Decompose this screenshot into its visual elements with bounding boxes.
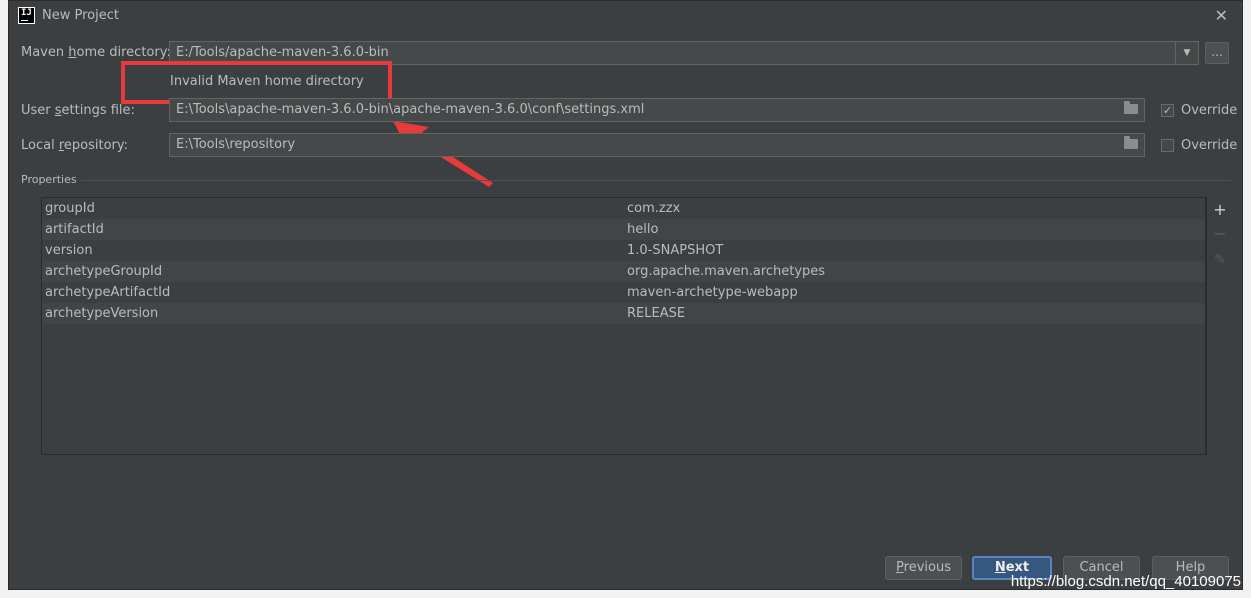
- user-settings-value: E:\Tools\apache-maven-3.6.0-bin\apache-m…: [176, 102, 645, 117]
- properties-divider: [81, 180, 1231, 181]
- edit-icon[interactable]: ✎: [1211, 251, 1229, 269]
- property-value: org.apache.maven.archetypes: [627, 264, 826, 279]
- background-bottom: [0, 590, 1251, 598]
- properties-section-label: Properties: [21, 173, 77, 186]
- property-key: archetypeVersion: [45, 306, 159, 321]
- new-project-dialog: IJ New Project ✕ Maven home directory: E…: [8, 0, 1243, 590]
- remove-icon[interactable]: −: [1211, 225, 1229, 243]
- settings-override-label: Override: [1181, 103, 1238, 118]
- property-key: archetypeGroupId: [45, 264, 163, 279]
- property-value: com.zzx: [627, 201, 681, 216]
- local-repository-label: Local repository:: [21, 138, 129, 153]
- local-repository-value: E:\Tools\repository: [176, 137, 296, 152]
- add-icon[interactable]: +: [1211, 201, 1229, 219]
- table-row[interactable]: archetypeVersion RELEASE: [42, 303, 1205, 324]
- property-value: maven-archetype-webapp: [627, 285, 798, 300]
- title-bar[interactable]: IJ New Project ✕: [9, 1, 1242, 33]
- chevron-down-icon[interactable]: ▼: [1175, 42, 1198, 64]
- folder-icon[interactable]: [1124, 136, 1138, 149]
- table-row[interactable]: version 1.0-SNAPSHOT: [42, 240, 1205, 261]
- close-icon[interactable]: ✕: [1215, 6, 1228, 25]
- local-repository-field[interactable]: E:\Tools\repository: [169, 133, 1145, 157]
- property-value: RELEASE: [627, 306, 686, 321]
- property-key: groupId: [45, 201, 95, 216]
- watermark-text: https://blog.csdn.net/qq_40109075: [1010, 573, 1241, 590]
- background-right: [1243, 0, 1251, 598]
- table-row[interactable]: archetypeArtifactId maven-archetype-weba…: [42, 282, 1205, 303]
- maven-home-label: Maven home directory:: [21, 45, 171, 60]
- properties-table[interactable]: groupId com.zzx artifactId hello version…: [41, 197, 1206, 455]
- maven-home-value: E:/Tools/apache-maven-3.6.0-bin: [176, 45, 389, 60]
- repo-override-checkbox[interactable]: [1161, 139, 1174, 152]
- property-key: artifactId: [45, 222, 104, 237]
- table-row[interactable]: groupId com.zzx: [42, 198, 1205, 219]
- browse-maven-home-button[interactable]: ...: [1205, 42, 1229, 64]
- invalid-maven-message: Invalid Maven home directory: [170, 74, 364, 89]
- property-key: version: [45, 243, 93, 258]
- table-row[interactable]: archetypeGroupId org.apache.maven.archet…: [42, 261, 1205, 282]
- property-value: hello: [627, 222, 659, 237]
- repo-override-label: Override: [1181, 138, 1238, 153]
- user-settings-field[interactable]: E:\Tools\apache-maven-3.6.0-bin\apache-m…: [169, 98, 1145, 122]
- settings-override-checkbox[interactable]: ✓: [1161, 104, 1174, 117]
- user-settings-label: User settings file:: [21, 103, 135, 118]
- intellij-app-icon: IJ: [18, 7, 35, 24]
- background-left: [0, 0, 8, 598]
- previous-button[interactable]: Previous: [885, 556, 962, 580]
- property-value: 1.0-SNAPSHOT: [627, 243, 724, 258]
- table-row[interactable]: artifactId hello: [42, 219, 1205, 240]
- folder-icon[interactable]: [1124, 101, 1138, 114]
- properties-toolbar: + − ✎: [1206, 197, 1233, 455]
- window-title: New Project: [42, 8, 119, 23]
- property-key: archetypeArtifactId: [45, 285, 171, 300]
